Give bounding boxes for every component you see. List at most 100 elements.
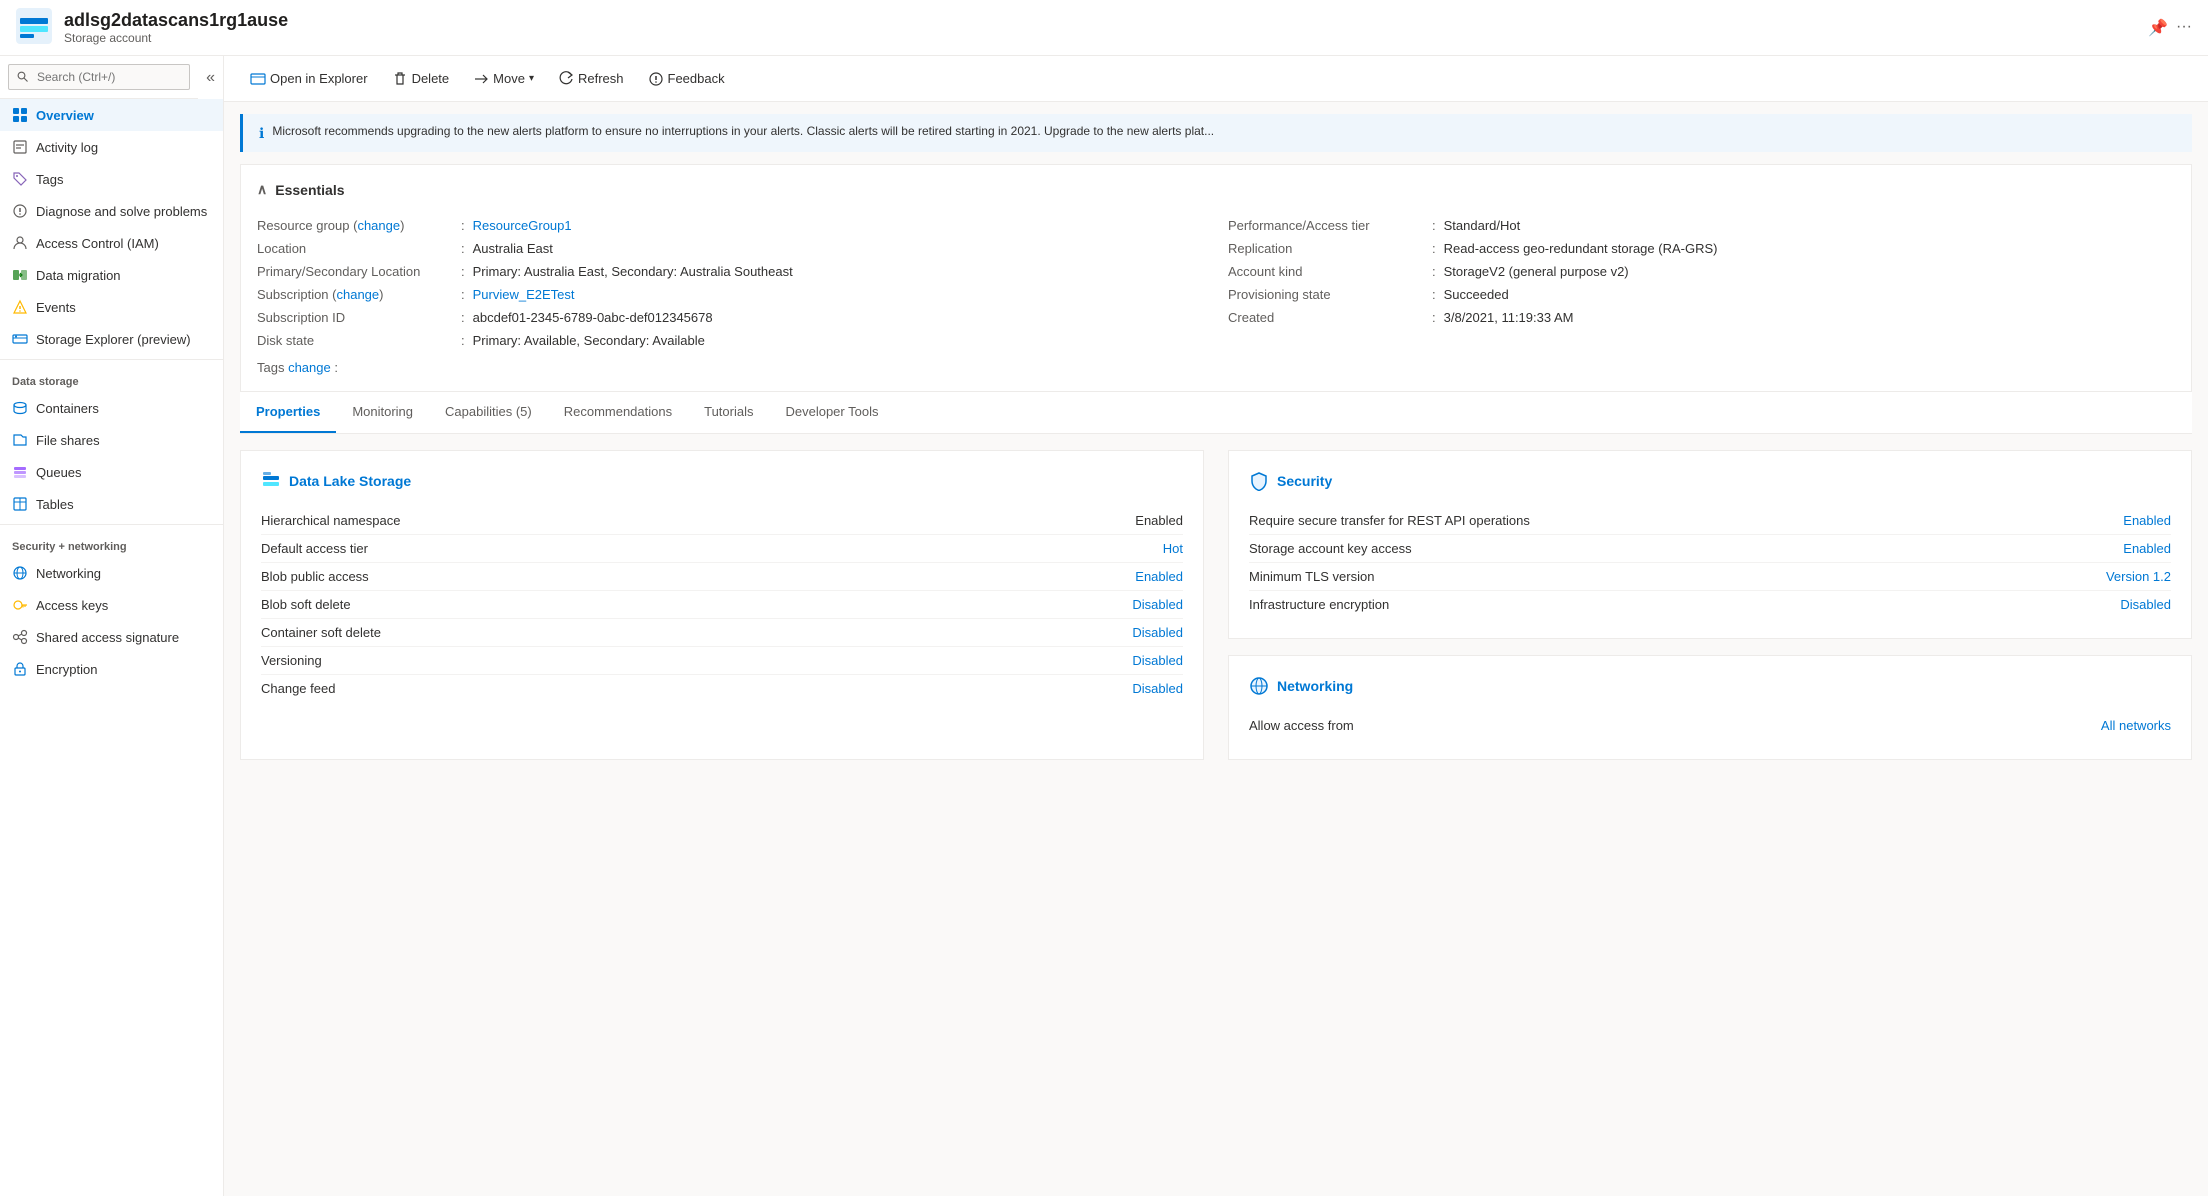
migration-icon xyxy=(12,267,28,283)
sidebar-label-shared-access: Shared access signature xyxy=(36,630,179,645)
refresh-icon xyxy=(558,70,574,87)
open-explorer-icon xyxy=(250,70,266,87)
ess-row-replication: Replication : Read-access geo-redundant … xyxy=(1228,237,2175,260)
sidebar-item-tables[interactable]: Tables xyxy=(0,488,223,520)
key-access-value[interactable]: Enabled xyxy=(2123,541,2171,556)
change-tags-link[interactable]: change xyxy=(288,360,331,375)
feedback-icon xyxy=(648,70,664,87)
prop-default-access-tier: Default access tier Hot xyxy=(261,535,1183,563)
change-feed-value[interactable]: Disabled xyxy=(1132,681,1183,696)
change-resource-group-link[interactable]: change xyxy=(357,218,400,233)
sidebar-item-tags[interactable]: Tags xyxy=(0,163,223,195)
tables-icon xyxy=(12,496,28,512)
tab-capabilities[interactable]: Capabilities (5) xyxy=(429,392,548,433)
sidebar-item-access-keys[interactable]: Access keys xyxy=(0,589,223,621)
sidebar-item-activity-log[interactable]: Activity log xyxy=(0,131,223,163)
blob-public-access-value[interactable]: Enabled xyxy=(1135,569,1183,584)
sidebar-item-queues[interactable]: Queues xyxy=(0,456,223,488)
sidebar-item-iam[interactable]: Access Control (IAM) xyxy=(0,227,223,259)
tags-row: Tags change : xyxy=(257,360,2175,375)
sidebar-label-access-keys: Access keys xyxy=(36,598,108,613)
ess-row-created: Created : 3/8/2021, 11:19:33 AM xyxy=(1228,306,2175,329)
prop-tls-version: Minimum TLS version Version 1.2 xyxy=(1249,563,2171,591)
feedback-button[interactable]: Feedback xyxy=(638,64,735,93)
tabs-bar: Properties Monitoring Capabilities (5) R… xyxy=(240,392,2192,434)
infra-encryption-value[interactable]: Disabled xyxy=(2120,597,2171,612)
sidebar-label-activity-log: Activity log xyxy=(36,140,98,155)
prop-blob-public-access: Blob public access Enabled xyxy=(261,563,1183,591)
sidebar-label-encryption: Encryption xyxy=(36,662,97,677)
versioning-value[interactable]: Disabled xyxy=(1132,653,1183,668)
sidebar-item-events[interactable]: Events xyxy=(0,291,223,323)
change-subscription-link[interactable]: change xyxy=(336,287,379,302)
sidebar-divider-1 xyxy=(0,359,223,360)
sidebar-label-tables: Tables xyxy=(36,497,74,512)
encryption-icon xyxy=(12,661,28,677)
delete-button[interactable]: Delete xyxy=(382,64,460,93)
sidebar-item-overview[interactable]: Overview xyxy=(0,99,223,131)
pin-icon[interactable]: 📌 xyxy=(2148,18,2168,38)
sidebar-item-networking[interactable]: Networking xyxy=(0,557,223,589)
tab-developer-tools[interactable]: Developer Tools xyxy=(769,392,894,433)
sidebar-item-data-migration[interactable]: Data migration xyxy=(0,259,223,291)
sidebar-item-containers[interactable]: Containers xyxy=(0,392,223,424)
search-input[interactable] xyxy=(8,64,190,90)
prop-container-soft-delete: Container soft delete Disabled xyxy=(261,619,1183,647)
alert-info-icon: ℹ xyxy=(259,125,264,142)
created-value: 3/8/2021, 11:19:33 AM xyxy=(1444,310,1574,325)
sidebar-item-storage-explorer[interactable]: Storage Explorer (preview) xyxy=(0,323,223,355)
security-section-icon xyxy=(1249,471,1269,491)
resource-name: adlsg2datascans1rg1ause xyxy=(64,10,288,31)
essentials-section: ∧ Essentials Resource group (change) : R… xyxy=(240,164,2192,392)
default-access-tier-value[interactable]: Hot xyxy=(1163,541,1183,556)
tab-monitoring[interactable]: Monitoring xyxy=(336,392,429,433)
delete-label: Delete xyxy=(412,71,450,86)
ess-row-location: Location : Australia East xyxy=(257,237,1204,260)
open-explorer-label: Open in Explorer xyxy=(270,71,368,86)
blob-soft-delete-value[interactable]: Disabled xyxy=(1132,597,1183,612)
container-soft-delete-value[interactable]: Disabled xyxy=(1132,625,1183,640)
prop-secure-transfer: Require secure transfer for REST API ope… xyxy=(1249,507,2171,535)
sidebar-item-encryption[interactable]: Encryption xyxy=(0,653,223,685)
activity-icon xyxy=(12,139,28,155)
subscription-value[interactable]: Purview_E2ETest xyxy=(473,287,575,302)
sidebar-label-storage-explorer: Storage Explorer (preview) xyxy=(36,332,191,347)
security-title: Security xyxy=(1249,471,2171,491)
access-keys-icon xyxy=(12,597,28,613)
sidebar-item-file-shares[interactable]: File shares xyxy=(0,424,223,456)
shared-access-icon xyxy=(12,629,28,645)
perf-tier-value: Standard/Hot xyxy=(1444,218,1521,233)
tab-properties[interactable]: Properties xyxy=(240,392,336,433)
tags-icon xyxy=(12,171,28,187)
allow-access-value[interactable]: All networks xyxy=(2101,718,2171,733)
secure-transfer-value[interactable]: Enabled xyxy=(2123,513,2171,528)
essentials-collapse-icon[interactable]: ∧ xyxy=(257,181,267,198)
data-lake-storage-section: Data Lake Storage Hierarchical namespace… xyxy=(240,450,1204,760)
move-icon xyxy=(473,70,489,87)
resource-title: adlsg2datascans1rg1ause Storage account xyxy=(64,10,288,45)
sidebar-item-diagnose[interactable]: Diagnose and solve problems xyxy=(0,195,223,227)
toolbar: Open in Explorer Delete Move ▾ Refresh xyxy=(224,56,2208,102)
tls-version-value[interactable]: Version 1.2 xyxy=(2106,569,2171,584)
tab-tutorials[interactable]: Tutorials xyxy=(688,392,769,433)
sidebar-collapse-button[interactable]: « xyxy=(198,65,223,91)
open-explorer-button[interactable]: Open in Explorer xyxy=(240,64,378,93)
move-chevron-icon: ▾ xyxy=(529,73,534,84)
move-button[interactable]: Move ▾ xyxy=(463,64,544,93)
prop-infra-encryption: Infrastructure encryption Disabled xyxy=(1249,591,2171,618)
sidebar-item-shared-access[interactable]: Shared access signature xyxy=(0,621,223,653)
resource-group-value[interactable]: ResourceGroup1 xyxy=(473,218,572,233)
essentials-header: ∧ Essentials xyxy=(257,181,2175,198)
ess-row-primary-location: Primary/Secondary Location : Primary: Au… xyxy=(257,260,1204,283)
security-networking-column: Security Require secure transfer for RES… xyxy=(1228,450,2192,760)
resource-icon xyxy=(16,8,52,47)
sidebar-label-iam: Access Control (IAM) xyxy=(36,236,159,251)
refresh-button[interactable]: Refresh xyxy=(548,64,634,93)
sidebar-label-tags: Tags xyxy=(36,172,63,187)
more-icon[interactable]: ··· xyxy=(2176,18,2192,38)
prop-change-feed: Change feed Disabled xyxy=(261,675,1183,702)
resource-subtitle: Storage account xyxy=(64,31,288,45)
main-layout: « Overview Activity log Tags Diagnose an xyxy=(0,56,2208,1196)
tab-recommendations[interactable]: Recommendations xyxy=(548,392,688,433)
sidebar-divider-2 xyxy=(0,524,223,525)
